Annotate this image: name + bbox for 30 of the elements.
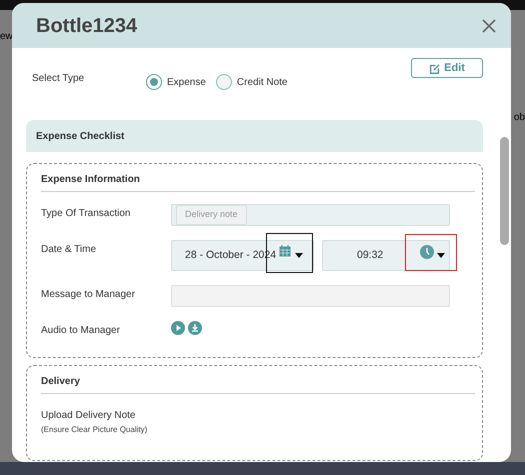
field-label: Audio to Manager — [41, 324, 121, 338]
section-header: Expense Checklist — [26, 120, 483, 152]
section-title: Expense Information — [41, 172, 475, 192]
field-label: Upload Delivery Note — [41, 409, 136, 423]
tag-chip: Delivery note — [176, 205, 247, 225]
field-label: Date & Time — [41, 243, 98, 257]
time-value: 09:32 — [357, 248, 384, 263]
field-label: Message to Manager — [41, 288, 136, 302]
calendar-icon — [279, 244, 292, 256]
radio-label: Credit Note — [236, 76, 288, 90]
download-button[interactable] — [188, 321, 202, 335]
radio-button[interactable] — [216, 74, 232, 90]
field-label: Select Type — [32, 72, 86, 86]
section-title: Delivery — [41, 374, 475, 394]
field-label: Type Of Transaction — [41, 207, 132, 221]
clock-icon — [420, 244, 434, 258]
radio-label: Expense — [167, 76, 206, 90]
play-button[interactable] — [171, 321, 185, 335]
hint-text: (Ensure Clear Picture Quality) — [41, 424, 148, 436]
caret-icon — [295, 253, 304, 258]
background-text: ew — [0, 32, 13, 42]
close-button[interactable] — [481, 18, 497, 34]
modal-title: Bottle1234 — [36, 14, 138, 38]
message-field[interactable] — [171, 285, 450, 307]
caret-icon — [437, 253, 446, 258]
time-field[interactable]: 09:32 — [322, 240, 450, 271]
background-text: ob — [514, 113, 525, 123]
edit-icon — [429, 62, 440, 74]
scrollbar-thumb[interactable] — [500, 137, 509, 245]
radio-button[interactable] — [146, 74, 162, 90]
